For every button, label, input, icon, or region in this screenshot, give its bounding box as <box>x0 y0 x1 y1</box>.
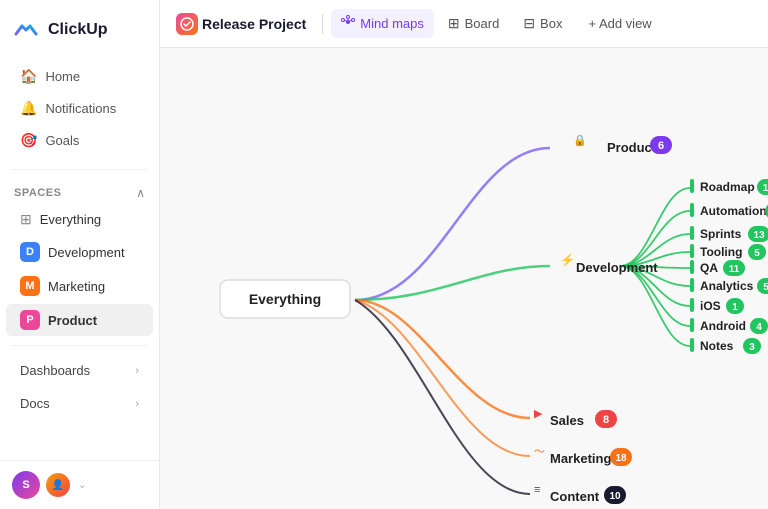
svg-text:Analytics: Analytics <box>700 279 754 293</box>
sidebar-item-everything[interactable]: ⊞ Everything <box>6 205 153 234</box>
logo-text: ClickUp <box>48 21 108 39</box>
spaces-divider <box>12 345 147 346</box>
svg-text:11: 11 <box>729 264 740 275</box>
project-icon <box>176 13 198 35</box>
svg-text:QA: QA <box>700 261 718 275</box>
home-label: Home <box>45 69 80 84</box>
product-label: Product <box>48 313 97 328</box>
svg-text:13: 13 <box>753 230 765 241</box>
svg-text:⚡: ⚡ <box>560 253 575 267</box>
project-name: Release Project <box>202 16 306 32</box>
svg-text:Tooling: Tooling <box>700 245 742 259</box>
svg-text:Android: Android <box>700 319 746 333</box>
sidebar-item-docs[interactable]: Docs › <box>6 388 153 419</box>
product-badge: P <box>20 310 40 330</box>
svg-text:18: 18 <box>615 453 627 464</box>
svg-text:3: 3 <box>749 342 755 353</box>
clickup-logo-icon <box>12 16 40 44</box>
svg-text:〜: 〜 <box>534 446 545 458</box>
svg-text:1: 1 <box>732 302 738 313</box>
avatar-primary: S <box>12 471 40 499</box>
svg-text:Marketing: Marketing <box>550 451 611 466</box>
svg-text:🔒: 🔒 <box>573 134 587 147</box>
goals-label: Goals <box>45 133 79 148</box>
mindmaps-label: Mind maps <box>360 16 424 31</box>
svg-text:5: 5 <box>754 248 760 259</box>
svg-text:Product: Product <box>607 140 657 155</box>
svg-text:iOS: iOS <box>700 299 721 313</box>
svg-text:≡: ≡ <box>534 484 540 496</box>
sidebar-footer[interactable]: S 👤 ⌄ <box>0 460 159 509</box>
svg-text:Automation: Automation <box>700 204 767 218</box>
notifications-label: Notifications <box>45 101 116 116</box>
svg-text:11: 11 <box>763 183 768 194</box>
tab-mindmaps[interactable]: Mind maps <box>331 9 434 38</box>
development-label: Development <box>48 245 125 260</box>
svg-text:Sprints: Sprints <box>700 227 742 241</box>
home-icon: 🏠 <box>20 68 37 85</box>
svg-text:8: 8 <box>603 414 609 426</box>
spaces-header: Spaces ∧ <box>0 178 159 204</box>
svg-text:10: 10 <box>609 491 621 502</box>
sidebar-item-dashboards[interactable]: Dashboards › <box>6 355 153 386</box>
dashboards-label: Dashboards <box>20 363 90 378</box>
sidebar-nav: 🏠 Home 🔔 Notifications 🎯 Goals <box>0 56 159 161</box>
box-icon: ⊟ <box>523 15 535 32</box>
sidebar-item-marketing[interactable]: M Marketing <box>6 270 153 302</box>
svg-text:6: 6 <box>658 140 664 152</box>
board-label: Board <box>465 16 500 31</box>
topbar: Release Project Mind maps ⊞ Board ⊟ <box>160 0 768 48</box>
spaces-label: Spaces <box>14 187 61 199</box>
mindmaps-icon <box>341 15 355 32</box>
add-view-button[interactable]: + Add view <box>580 11 659 36</box>
sidebar: ClickUp 🏠 Home 🔔 Notifications 🎯 Goals S… <box>0 0 160 509</box>
tab-box[interactable]: ⊟ Box <box>513 9 572 38</box>
svg-text:5: 5 <box>763 282 768 293</box>
dashboards-chevron-icon: › <box>135 365 139 377</box>
svg-text:Content: Content <box>550 489 600 504</box>
board-icon: ⊞ <box>448 15 460 32</box>
sidebar-item-home[interactable]: 🏠 Home <box>6 61 153 92</box>
sidebar-item-notifications[interactable]: 🔔 Notifications <box>6 93 153 124</box>
svg-text:Sales: Sales <box>550 413 584 428</box>
avatar-secondary: 👤 <box>46 473 70 497</box>
docs-chevron-icon: › <box>135 398 139 410</box>
tab-board[interactable]: ⊞ Board <box>438 9 509 38</box>
spaces-toggle-chevron[interactable]: ∧ <box>136 186 145 200</box>
mindmap-svg: Everything 🔒 Product 6 ⚡ Development ▶ S… <box>160 48 768 509</box>
marketing-badge: M <box>20 276 40 296</box>
logo[interactable]: ClickUp <box>0 0 159 56</box>
footer-chevron-icon: ⌄ <box>78 480 86 491</box>
box-label: Box <box>540 16 562 31</box>
goals-icon: 🎯 <box>20 132 37 149</box>
mindmap-canvas: Everything 🔒 Product 6 ⚡ Development ▶ S… <box>160 48 768 509</box>
docs-label: Docs <box>20 396 50 411</box>
svg-text:Roadmap: Roadmap <box>700 180 755 194</box>
svg-text:Everything: Everything <box>249 291 321 307</box>
sidebar-item-goals[interactable]: 🎯 Goals <box>6 125 153 156</box>
nav-divider <box>12 169 147 170</box>
add-view-label: + Add view <box>588 16 651 31</box>
marketing-label: Marketing <box>48 279 105 294</box>
development-badge: D <box>20 242 40 262</box>
everything-icon: ⊞ <box>20 211 32 228</box>
svg-text:Notes: Notes <box>700 339 734 353</box>
sidebar-item-development[interactable]: D Development <box>6 236 153 268</box>
sidebar-item-product[interactable]: P Product <box>6 304 153 336</box>
svg-text:▶: ▶ <box>534 408 543 420</box>
topbar-divider <box>322 14 323 34</box>
main-content: Release Project Mind maps ⊞ Board ⊟ <box>160 0 768 509</box>
everything-label: Everything <box>40 212 101 227</box>
svg-text:Development: Development <box>576 260 658 275</box>
svg-text:4: 4 <box>756 322 762 333</box>
bell-icon: 🔔 <box>20 100 37 117</box>
